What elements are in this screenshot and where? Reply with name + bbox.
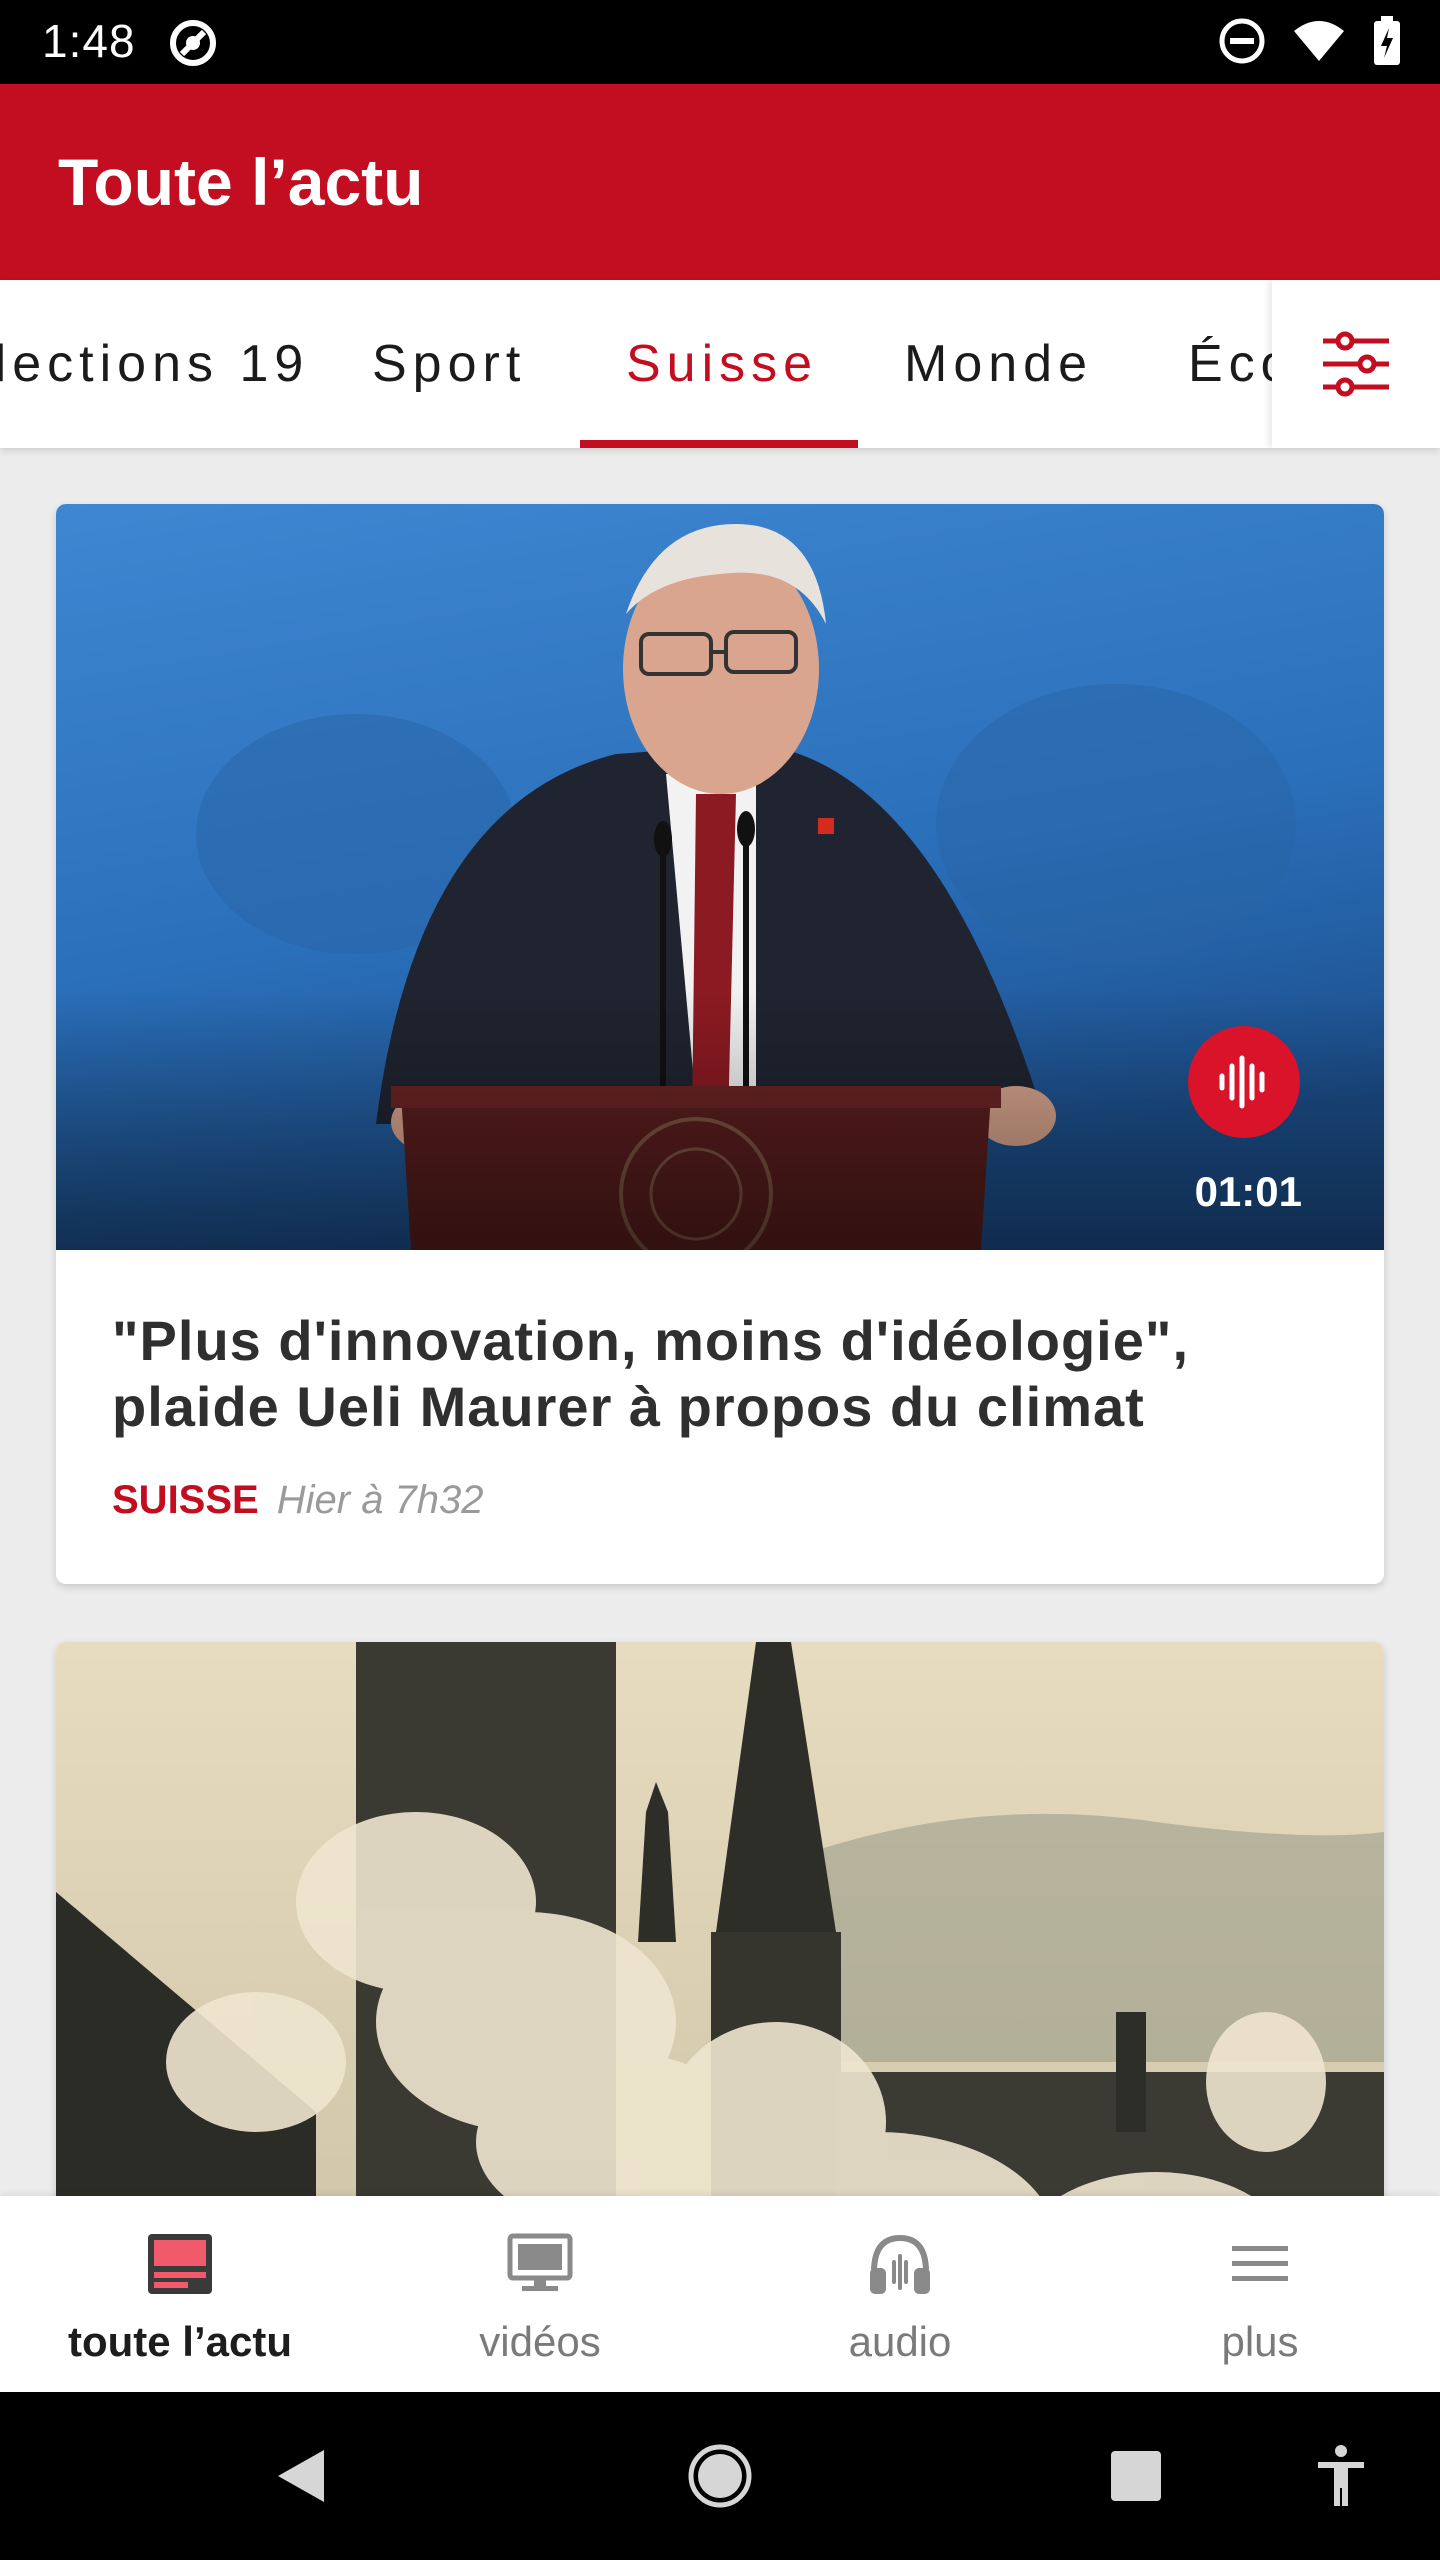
accessibility-icon — [1318, 2445, 1364, 2506]
nav-label: vidéos — [479, 2318, 601, 2365]
sync-icon — [170, 20, 216, 66]
nav-item-videos[interactable]: vidéos — [360, 2196, 720, 2392]
nav-item-toute-l-actu[interactable]: toute l’actu — [0, 2196, 360, 2392]
article-title[interactable]: "Plus d'innovation, moins d'idéologie", … — [112, 1308, 1332, 1440]
sliders-icon — [1323, 331, 1389, 397]
home-icon — [688, 2444, 752, 2508]
category-tabs: Élections 19 Sport Suisse Monde Économie — [0, 280, 1440, 448]
article-card[interactable]: 01:01 "Plus d'innovation, moins d'idéolo… — [56, 504, 1384, 1584]
tab-elections[interactable]: Élections 19 — [0, 280, 309, 448]
nav-item-plus[interactable]: plus — [1080, 2196, 1440, 2392]
accessibility-button[interactable] — [1296, 2392, 1386, 2560]
audio-waveform-icon — [1219, 1055, 1265, 1109]
system-navigation-bar — [0, 2392, 1440, 2560]
nav-item-audio[interactable]: audio — [720, 2196, 1080, 2392]
tab-suisse[interactable]: Suisse — [626, 280, 818, 448]
wifi-icon — [1294, 21, 1344, 61]
news-feed[interactable]: 01:01 "Plus d'innovation, moins d'idéolo… — [0, 448, 1440, 2196]
tab-sport[interactable]: Sport — [372, 280, 526, 448]
status-bar: 1:48 — [0, 0, 1440, 84]
back-icon — [278, 2450, 324, 2502]
article-meta: SUISSE Hier à 7h32 — [112, 1478, 484, 1523]
monitor-icon — [507, 2233, 573, 2291]
article-category[interactable]: SUISSE — [112, 1478, 259, 1523]
bottom-navigation: toute l’actu vidéos audio plus — [0, 2196, 1440, 2392]
nav-label: toute l’actu — [67, 2318, 292, 2365]
app-title: Toute l’actu — [58, 145, 424, 219]
home-button[interactable] — [670, 2392, 770, 2560]
active-tab-indicator — [580, 440, 858, 448]
status-time: 1:48 — [42, 15, 136, 67]
filter-button[interactable] — [1272, 280, 1440, 448]
recents-button[interactable] — [1086, 2392, 1186, 2560]
headphones-icon — [870, 2234, 930, 2294]
article-card[interactable] — [56, 1642, 1384, 2196]
battery-icon — [1374, 16, 1400, 65]
tab-monde[interactable]: Monde — [904, 280, 1093, 448]
nav-label: audio — [848, 2318, 952, 2365]
article-image: 01:01 — [56, 504, 1384, 1250]
news-icon — [148, 2234, 212, 2294]
dnd-icon — [1219, 18, 1265, 64]
menu-icon — [1232, 2246, 1288, 2281]
nav-label: plus — [1221, 2318, 1299, 2365]
back-button[interactable] — [250, 2392, 350, 2560]
article-image — [56, 1642, 1384, 2196]
audio-play-button[interactable] — [1188, 1026, 1300, 1138]
article-time: Hier à 7h32 — [276, 1478, 484, 1522]
app-bar: Toute l’actu — [0, 84, 1440, 280]
media-duration: 01:01 — [1194, 1168, 1302, 1215]
recents-icon — [1111, 2451, 1161, 2501]
